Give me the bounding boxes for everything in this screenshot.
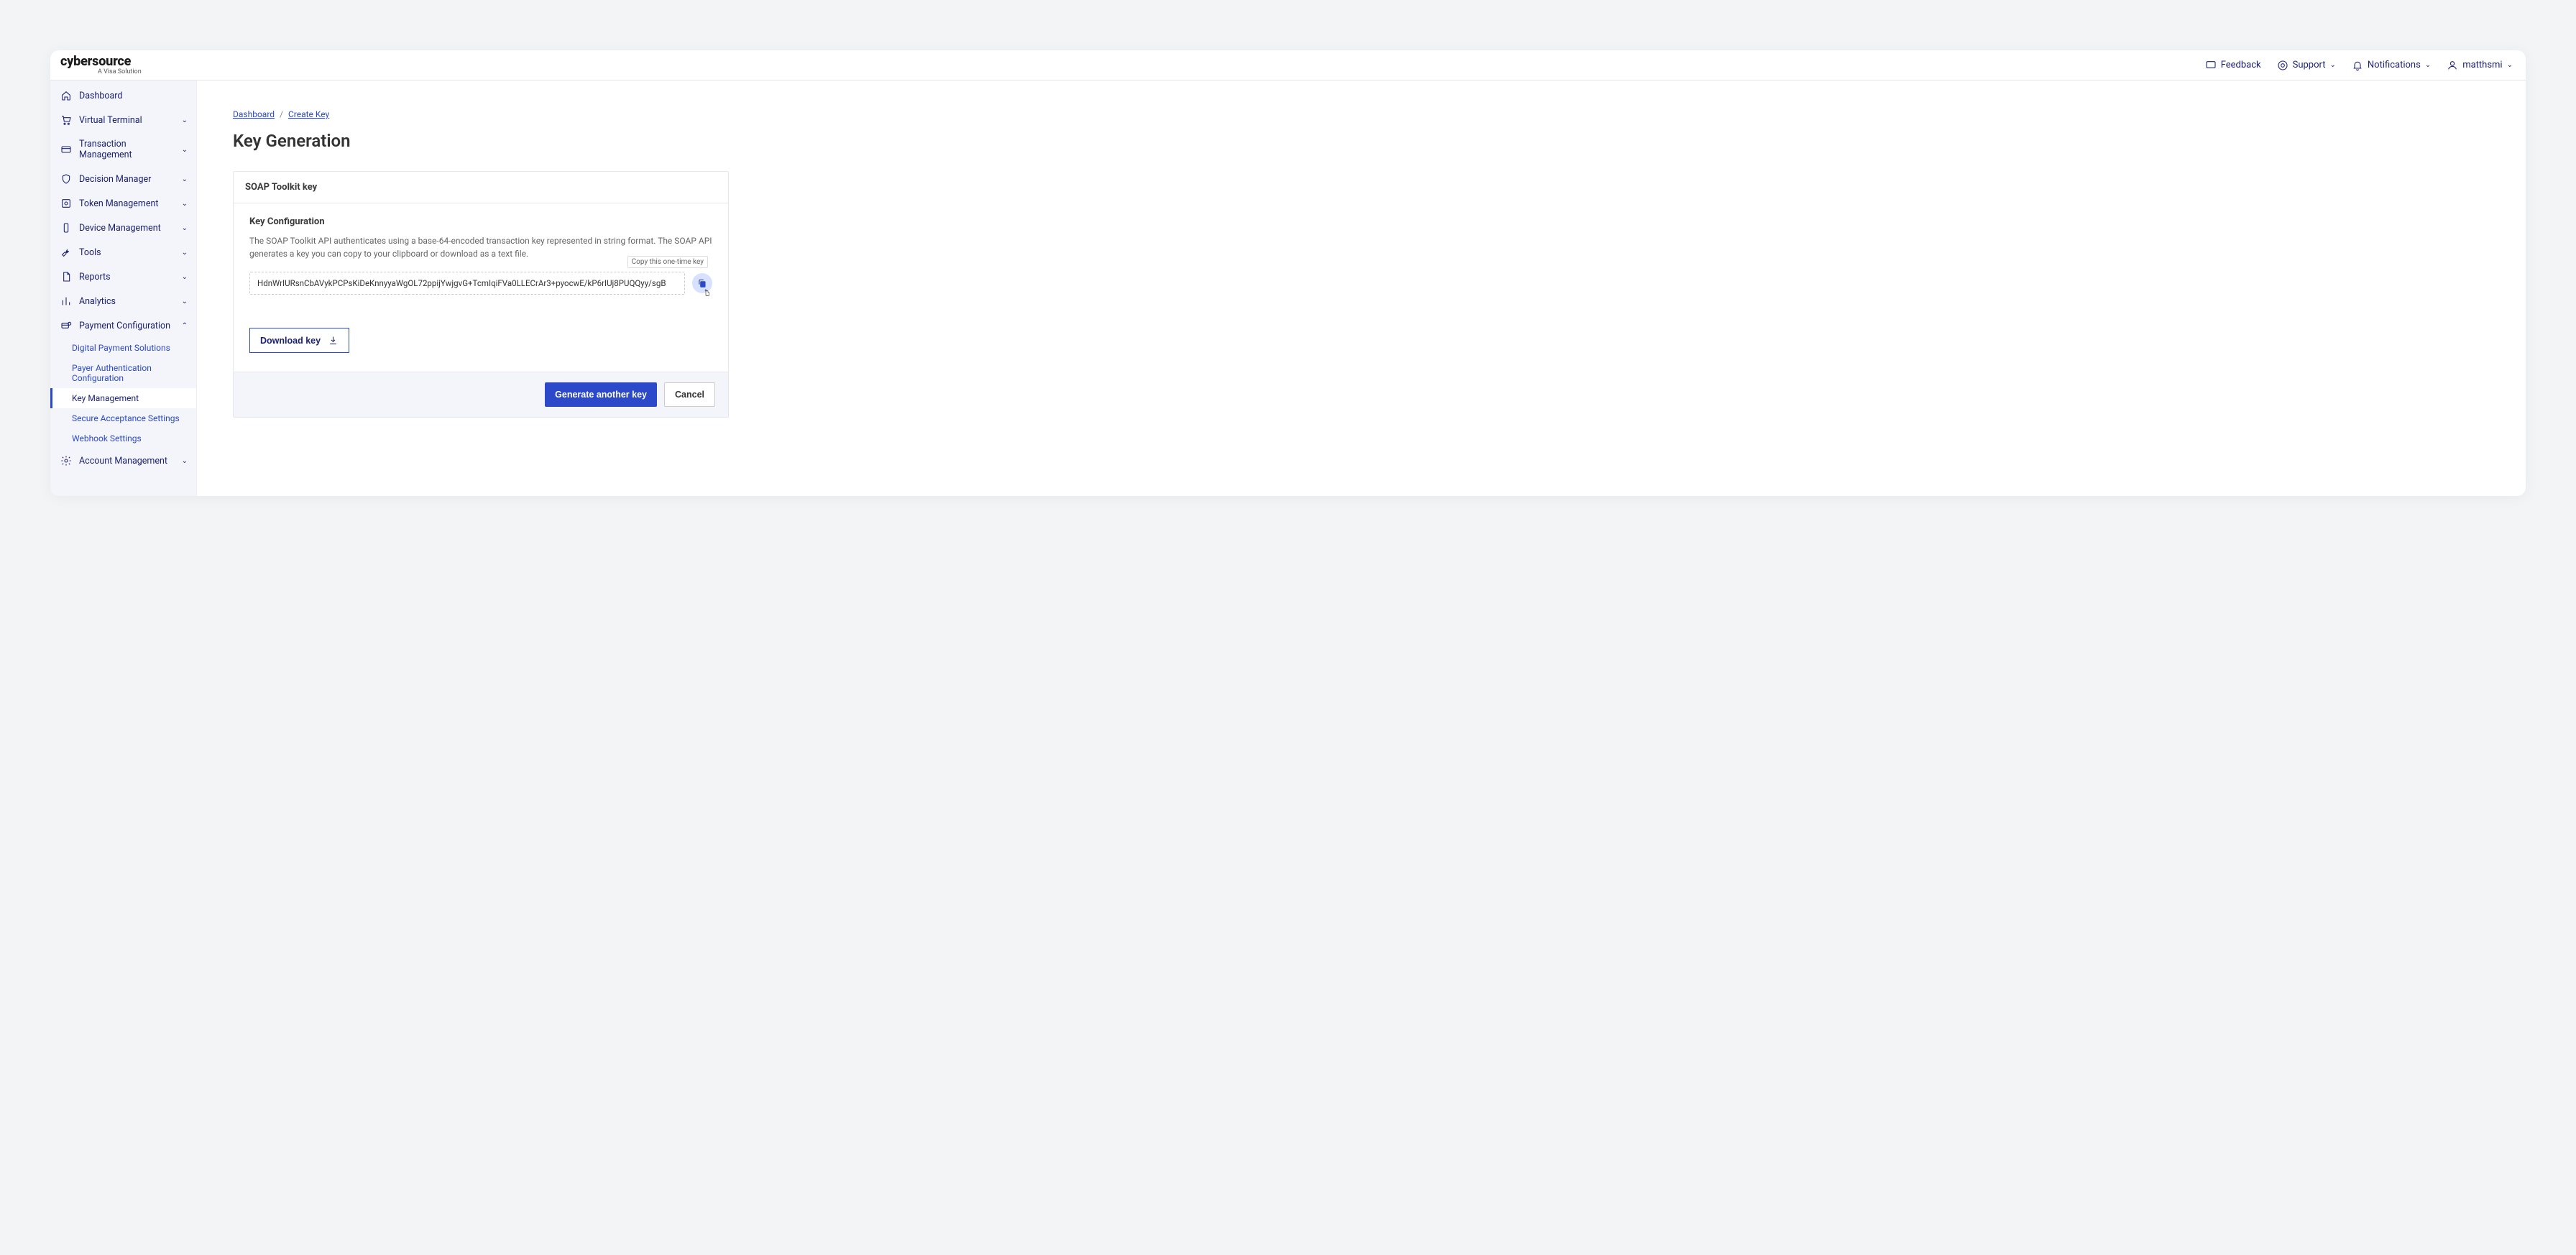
gear-icon	[60, 455, 72, 466]
sidebar-item-transaction-management[interactable]: Transaction Management ⌄	[50, 132, 196, 167]
bell-icon	[2352, 60, 2363, 71]
feedback-label: Feedback	[2221, 60, 2261, 70]
card-body: Key Configuration The SOAP Toolkit API a…	[234, 203, 728, 372]
sidebar-item-label: Tools	[79, 247, 175, 258]
copy-icon	[697, 278, 707, 288]
content: Dashboard / Create Key Key Generation SO…	[197, 81, 2526, 496]
card-icon	[60, 144, 72, 155]
copy-button[interactable]	[692, 273, 712, 293]
chevron-down-icon: ⌄	[182, 273, 188, 281]
chevron-down-icon: ⌄	[182, 224, 188, 232]
copy-tooltip: Copy this one-time key	[627, 256, 708, 268]
sidebar-sub-key-management[interactable]: Key Management	[50, 388, 196, 408]
chevron-down-icon: ⌄	[182, 457, 188, 465]
page-title: Key Generation	[233, 131, 2490, 151]
user-label: matthsmi	[2462, 60, 2502, 70]
card-footer: Generate another key Cancel	[234, 372, 728, 417]
notifications-label: Notifications	[2368, 60, 2421, 70]
breadcrumb-link-create-key[interactable]: Create Key	[288, 109, 329, 119]
sidebar-sub-secure-acceptance-settings[interactable]: Secure Acceptance Settings	[50, 408, 196, 428]
chevron-down-icon: ⌄	[182, 249, 188, 257]
shield-icon	[60, 173, 72, 185]
token-icon	[60, 198, 72, 209]
sidebar-item-label: Virtual Terminal	[79, 115, 175, 126]
feedback-link[interactable]: Feedback	[2205, 60, 2261, 71]
sidebar-item-label: Decision Manager	[79, 174, 175, 185]
sidebar-item-label: Device Management	[79, 223, 175, 234]
chevron-down-icon: ⌄	[2425, 61, 2431, 69]
sidebar-item-label: Payment Configuration	[79, 321, 175, 331]
chevron-down-icon: ⌄	[182, 146, 188, 154]
brand-sub: A Visa Solution	[60, 69, 142, 75]
sidebar-sub-digital-payment-solutions[interactable]: Digital Payment Solutions	[50, 338, 196, 358]
chevron-down-icon: ⌄	[182, 298, 188, 305]
main-area: DashboardVirtual Terminal⌄Transaction Ma…	[50, 81, 2526, 496]
breadcrumb-sep: /	[280, 109, 283, 119]
sidebar-item-tools[interactable]: Tools ⌄	[50, 240, 196, 265]
download-key-button[interactable]: Download key	[249, 328, 349, 353]
sidebar-item-label: Reports	[79, 272, 175, 282]
chevron-down-icon: ⌄	[182, 200, 188, 208]
key-field	[249, 272, 712, 295]
support-label: Support	[2293, 60, 2326, 70]
notifications-menu[interactable]: Notifications ⌄	[2352, 60, 2431, 71]
wrench-icon	[60, 247, 72, 258]
home-icon	[60, 90, 72, 101]
sidebar-item-label: Transaction Management	[79, 139, 175, 160]
key-input[interactable]	[249, 272, 685, 295]
cursor-pointer-icon	[702, 289, 712, 302]
brand-main: cybersource	[60, 55, 142, 68]
sidebar-sub-payer-authentication-configuration[interactable]: Payer Authentication Configuration	[50, 358, 196, 388]
chevron-down-icon: ⌄	[2507, 61, 2513, 69]
sidebar-sub-webhook-settings[interactable]: Webhook Settings	[50, 428, 196, 449]
section-title: Key Configuration	[249, 216, 712, 227]
sidebar-item-analytics[interactable]: Analytics ⌄	[50, 289, 196, 313]
sidebar-item-account-management[interactable]: Account Management ⌄	[50, 449, 196, 473]
app-window: cybersource A Visa Solution Feedback Sup…	[50, 50, 2526, 496]
topbar: cybersource A Visa Solution Feedback Sup…	[50, 50, 2526, 81]
card-header: SOAP Toolkit key	[234, 172, 728, 203]
sidebar-item-label: Dashboard	[79, 91, 188, 101]
cancel-button[interactable]: Cancel	[664, 382, 715, 407]
brand-logo: cybersource A Visa Solution	[60, 55, 142, 75]
download-label: Download key	[260, 336, 321, 346]
bars-icon	[60, 295, 72, 307]
user-icon	[2447, 60, 2458, 71]
generate-another-key-button[interactable]: Generate another key	[545, 382, 657, 407]
sidebar-item-label: Token Management	[79, 198, 175, 209]
sidebar-item-virtual-terminal[interactable]: Virtual Terminal ⌄	[50, 108, 196, 132]
sidebar-item-label: Analytics	[79, 296, 175, 307]
user-menu[interactable]: matthsmi ⌄	[2447, 60, 2513, 71]
breadcrumb-link-dashboard[interactable]: Dashboard	[233, 109, 275, 119]
support-icon	[2277, 60, 2288, 71]
feedback-icon	[2205, 60, 2217, 71]
support-menu[interactable]: Support ⌄	[2277, 60, 2336, 71]
device-icon	[60, 222, 72, 234]
sidebar-item-payment-configuration[interactable]: Payment Configuration ⌃	[50, 313, 196, 338]
sidebar-item-token-management[interactable]: Token Management ⌄	[50, 191, 196, 216]
sidebar: DashboardVirtual Terminal⌄Transaction Ma…	[50, 81, 197, 496]
chevron-down-icon: ⌄	[2330, 61, 2336, 69]
chevron-down-icon: ⌄	[182, 175, 188, 183]
cart-icon	[60, 114, 72, 126]
breadcrumb: Dashboard / Create Key	[233, 109, 2490, 119]
doc-icon	[60, 271, 72, 282]
sidebar-item-reports[interactable]: Reports ⌄	[50, 265, 196, 289]
key-card: SOAP Toolkit key Key Configuration The S…	[233, 171, 729, 418]
download-icon	[328, 335, 339, 346]
sidebar-item-label: Account Management	[79, 456, 175, 466]
key-row: Copy this one-time key	[249, 272, 712, 295]
topbar-right: Feedback Support ⌄ Notifications ⌄ matth…	[2205, 60, 2513, 71]
chevron-up-icon: ⌃	[182, 322, 188, 330]
chevron-down-icon: ⌄	[182, 116, 188, 124]
sidebar-item-decision-manager[interactable]: Decision Manager ⌄	[50, 167, 196, 191]
sidebar-item-device-management[interactable]: Device Management ⌄	[50, 216, 196, 240]
payconf-icon	[60, 320, 72, 331]
sidebar-item-dashboard[interactable]: Dashboard	[50, 83, 196, 108]
